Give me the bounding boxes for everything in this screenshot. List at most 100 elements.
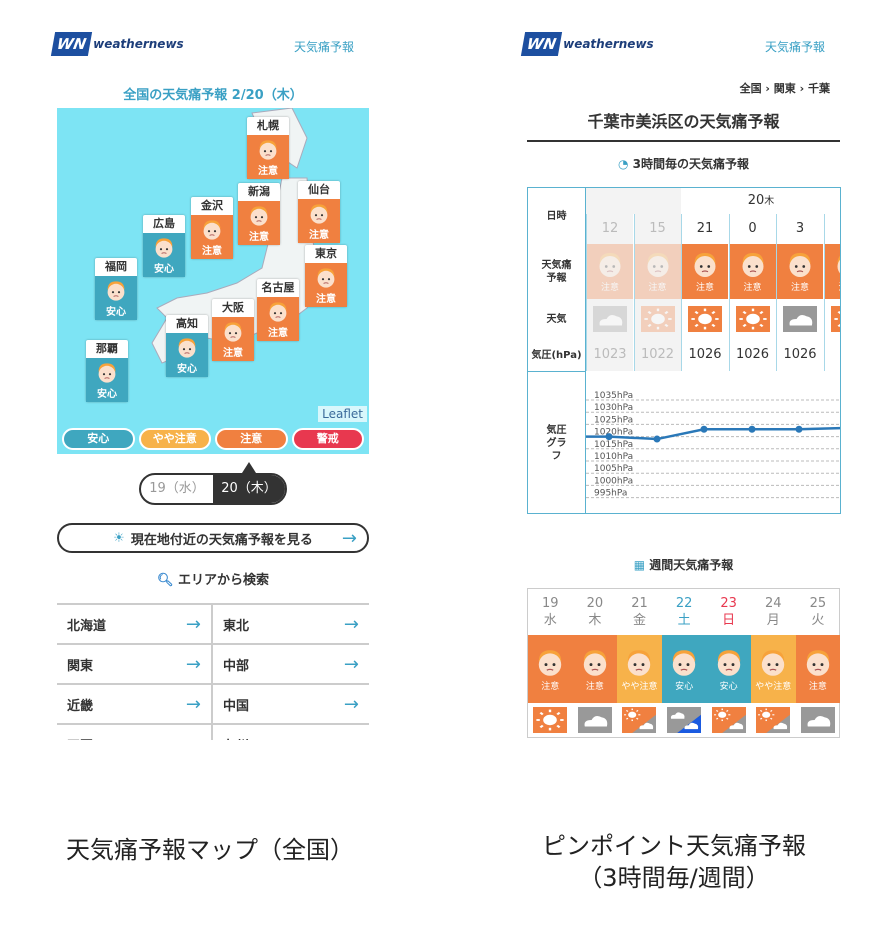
weathernews-logo[interactable]: WN weathernews [50,32,184,56]
map-marker[interactable]: 高知 安心 [166,315,208,377]
day-header: 20木 [681,188,840,214]
marker-city: 東京 [315,247,337,260]
map-title: 全国の天気痛予報 2/20（木） [123,88,303,103]
area-name: 四国 [67,735,93,741]
area-search-label: エリアから検索 [178,573,270,588]
week-weekday: 木 [588,613,602,628]
day-weekday: 木 [764,196,775,207]
date-toggle: 19（水） 20（木） [139,473,287,505]
area-link[interactable]: 東北 → [213,605,369,645]
week-day[interactable]: 23 日 安心 [706,589,751,737]
current-location-button[interactable]: ☀ 現在地付近の天気痛予報を見る → [57,523,369,553]
hour-column: 12 注意 1023 [586,214,633,371]
area-link[interactable]: 関東 → [57,645,213,685]
marker-city: 広島 [153,217,175,230]
date-19[interactable]: 19（水） [141,475,213,503]
marker-city: 大阪 [222,301,244,314]
hour-pressure: 1026 [688,347,722,362]
hourly-heading: ◔ 3時間毎の天気痛予報 [527,155,840,172]
label-datetime: 日時 [528,188,586,244]
map-marker[interactable]: 大阪 注意 [212,299,254,361]
week-level: 注意 [585,681,604,692]
map-marker[interactable]: 名古屋 注意 [257,279,299,341]
area-link[interactable]: 九州 → [213,725,369,741]
marker-level: 安心 [106,306,126,318]
arrow-right-icon: → [343,653,359,675]
breadcrumb-kanto[interactable]: 関東 [774,82,796,95]
area-name: 関東 [67,658,94,674]
week-weekday: 日 [722,613,736,628]
marker-city: 名古屋 [261,281,295,294]
area-link[interactable]: 中部 → [213,645,369,685]
hour-label [825,214,841,244]
arrow-right-icon: → [343,613,359,635]
map-marker[interactable]: 金沢 注意 [191,197,233,259]
date-20[interactable]: 20（木） [213,475,285,503]
sunny-then-cloudy-icon [756,707,791,733]
map-marker[interactable]: 仙台 注意 [298,181,340,243]
cloudy-then-rain-icon [667,707,702,733]
marker-level: 注意 [258,165,278,177]
week-level: 注意 [541,681,560,692]
sunny-then-cloudy-icon [711,707,746,733]
cloudy-icon [577,707,612,733]
face-icon [259,139,277,160]
area-link[interactable]: 近畿 → [57,685,213,725]
search-icon: 🔍︎ [156,573,174,588]
hour-column: 注意 10 [823,214,841,371]
marker-city: 新潟 [248,185,270,198]
breadcrumb-chiba: 千葉 [808,82,830,95]
marker-level: 注意 [223,347,243,359]
pointer-triangle [242,462,256,473]
pressure-graph: 1035hPa1030hPa1025hPa1020hPa1015hPa1010h… [586,391,840,499]
week-day[interactable]: 21 金 やや注意 [617,589,662,737]
area-grid: 北海道 → 東北 → 関東 → 中部 → 近畿 → 中国 → 四国 → 九州 → [57,603,369,740]
brand-logo-right[interactable]: 天気痛予報 [765,38,825,55]
marker-level: 注意 [316,293,336,305]
map-marker[interactable]: 広島 安心 [143,215,185,277]
week-level: 安心 [675,681,694,692]
face-icon [224,321,242,342]
area-link[interactable]: 北海道 → [57,605,213,645]
leaflet-attribution[interactable]: Leaflet [318,406,367,422]
week-date: 19 [542,596,559,611]
marker-level: 安心 [154,263,174,275]
brand-logo[interactable]: 天気痛予報 [294,38,354,55]
face-icon [310,203,328,224]
map-marker[interactable]: 東京 注意 [305,245,347,307]
week-weekday: 水 [543,613,557,628]
week-day[interactable]: 25 火 注意 [795,589,841,737]
face-icon [628,649,651,676]
marker-level: 安心 [97,388,117,400]
marker-city: 金沢 [201,199,223,212]
hour-label: 12 [601,221,619,236]
legend-warning: 警戒 [291,428,364,450]
weekly-table[interactable]: 19 水 注意 20 木 注意 21 金 やや注意 22 土 安心 23 日 安心 24 月… [527,588,841,738]
area-link[interactable]: 四国 → [57,725,213,740]
map-marker[interactable]: 札幌 注意 [247,117,289,179]
face-icon [203,219,221,240]
hour-level: 注意 [648,283,667,293]
area-search-heading: 🔍︎ エリアから検索 [57,569,369,588]
right-caption-line2: （3時間毎/週間） [578,864,770,892]
pressure-point [605,433,613,441]
hourly-table[interactable]: 日時 天気痛予報 天気 気圧(hPa) 気圧グラフ 20木 1035hPa 103… [527,187,841,514]
week-day[interactable]: 20 木 注意 [572,589,618,737]
graph-tick: 1025hPa [594,415,633,425]
map-marker[interactable]: 新潟 注意 [238,183,280,245]
map-marker[interactable]: 那覇 安心 [86,340,128,402]
arrow-right-icon: → [186,734,201,741]
week-day[interactable]: 24 月 やや注意 [751,589,796,737]
breadcrumb-national[interactable]: 全国 [740,82,762,95]
map-marker[interactable]: 福岡 安心 [95,258,137,320]
weathernews-logo-right[interactable]: WN weathernews [520,32,654,56]
face-icon [250,205,268,226]
face-icon [672,649,696,676]
week-day[interactable]: 22 土 安心 [661,589,707,737]
logo-text: weathernews [93,37,184,51]
week-day[interactable]: 19 水 注意 [528,589,573,737]
hour-column: 15 注意 1022 [633,214,681,371]
week-date: 20 [586,596,604,611]
area-link[interactable]: 中国 → [213,685,369,725]
arrow-right-icon: → [185,693,201,715]
